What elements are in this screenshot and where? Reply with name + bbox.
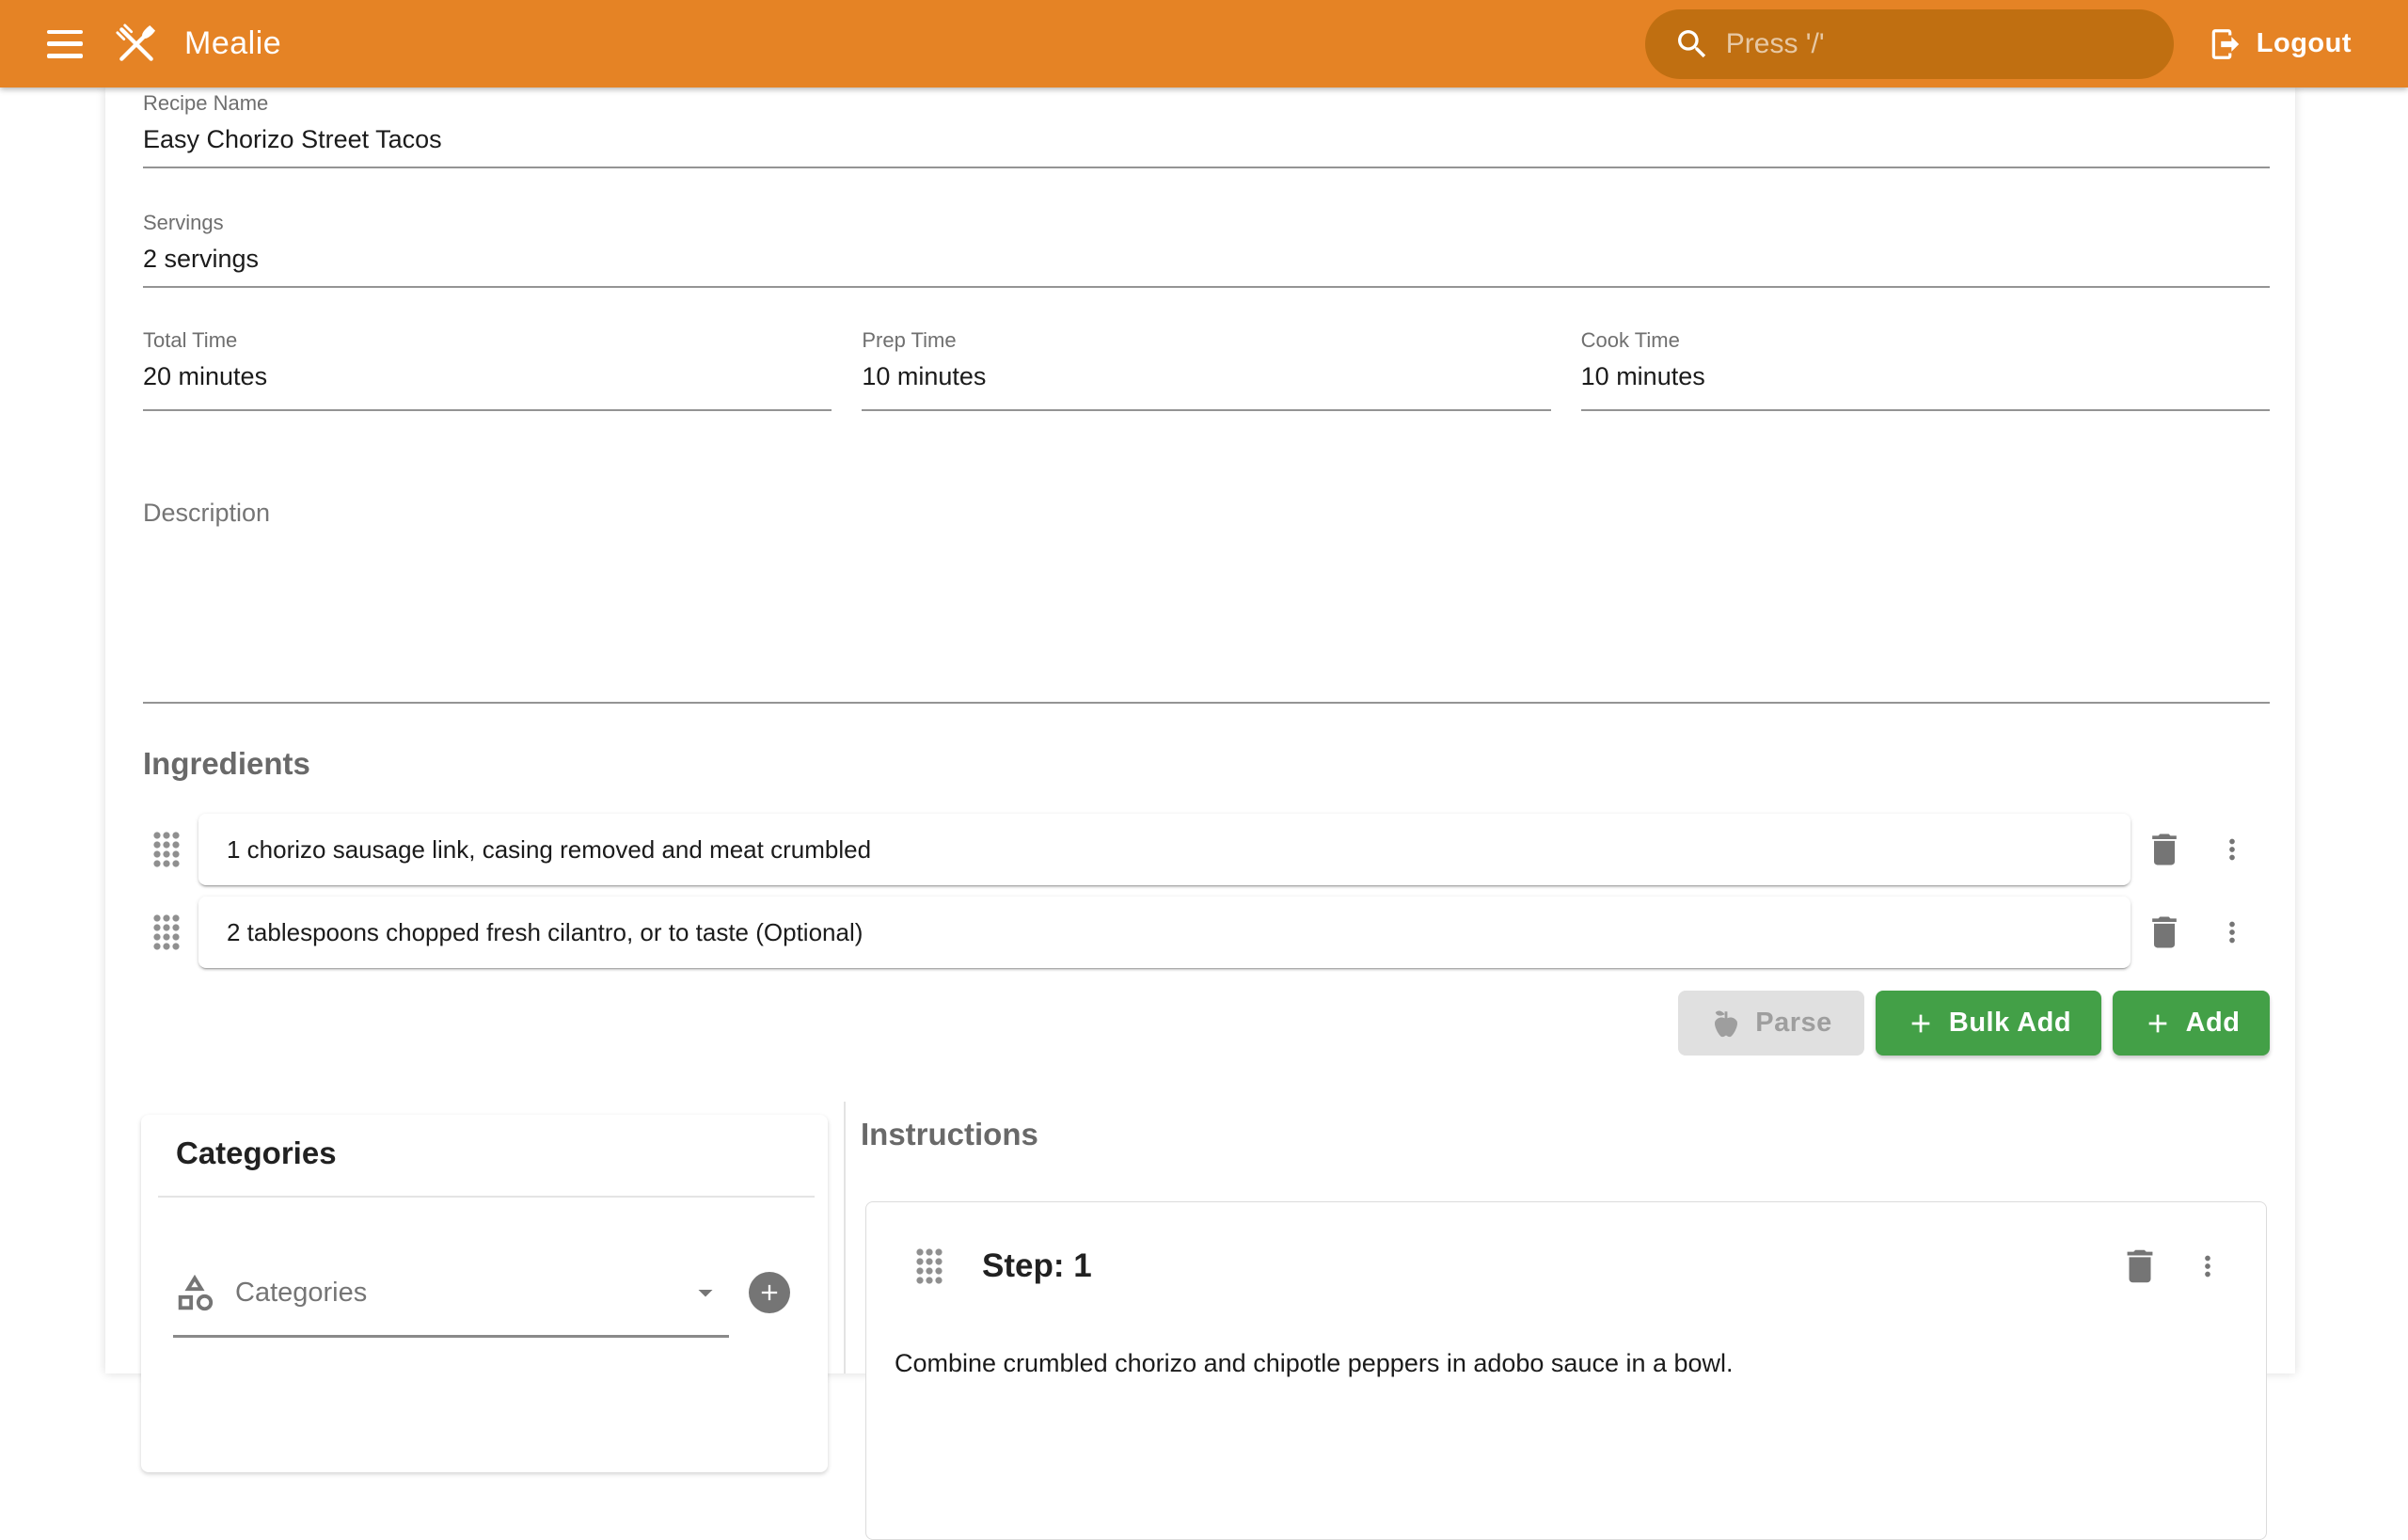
logout-label: Logout <box>2257 28 2352 59</box>
total-time-value[interactable]: 20 minutes <box>143 360 832 392</box>
delete-step-button[interactable] <box>2117 1244 2162 1289</box>
category-shapes-icon <box>173 1271 216 1314</box>
description-textarea[interactable]: Description <box>143 499 2270 704</box>
categories-select[interactable]: Categories <box>173 1260 790 1326</box>
add-category-button[interactable] <box>749 1272 790 1313</box>
description-label: Description <box>143 499 2270 528</box>
ingredient-row: 1 chorizo sausage link, casing removed a… <box>143 814 2270 885</box>
cook-time-value[interactable]: 10 minutes <box>1581 360 2270 392</box>
plus-icon <box>2143 1008 2173 1039</box>
instruction-step-card: Step: 1 Combine crumbled chorizo and chi… <box>865 1201 2267 1540</box>
search-icon <box>1673 25 1711 63</box>
drag-handle-icon[interactable] <box>915 1247 943 1285</box>
times-row: Total Time 20 minutes Prep Time 10 minut… <box>143 328 2270 411</box>
step-text-input[interactable]: Combine crumbled chorizo and chipotle pe… <box>895 1345 2228 1381</box>
prep-time-field[interactable]: Prep Time 10 minutes <box>862 328 1550 411</box>
servings-field[interactable]: Servings 2 servings <box>143 211 2270 288</box>
chevron-down-icon[interactable] <box>689 1276 722 1310</box>
categories-heading: Categories <box>176 1135 828 1171</box>
total-time-label: Total Time <box>143 328 832 353</box>
step-header: Step: 1 <box>906 1244 2226 1289</box>
instructions-heading: Instructions <box>861 1117 1038 1152</box>
servings-value[interactable]: 2 servings <box>143 243 2270 275</box>
logout-icon <box>2208 26 2243 62</box>
cook-time-label: Cook Time <box>1581 328 2270 353</box>
recipe-name-value[interactable]: Easy Chorizo Street Tacos <box>143 123 2270 155</box>
dots-vertical-icon <box>2216 912 2248 953</box>
prep-time-value[interactable]: 10 minutes <box>862 360 1550 392</box>
cook-time-field[interactable]: Cook Time 10 minutes <box>1581 328 2270 411</box>
mealie-logo-icon[interactable] <box>111 19 162 70</box>
total-time-field[interactable]: Total Time 20 minutes <box>143 328 832 411</box>
logout-button[interactable]: Logout <box>2196 17 2363 71</box>
step-menu-button[interactable] <box>2189 1244 2226 1289</box>
ingredient-menu-button[interactable] <box>2213 827 2251 872</box>
servings-label: Servings <box>143 211 2270 235</box>
ingredient-input[interactable]: 2 tablespoons chopped fresh cilantro, or… <box>198 897 2131 968</box>
dots-vertical-icon <box>2192 1246 2224 1287</box>
crossed-fork-knife-icon <box>111 19 162 70</box>
trash-icon <box>2144 912 2185 953</box>
ingredient-row: 2 tablespoons chopped fresh cilantro, or… <box>143 897 2270 968</box>
ingredient-input[interactable]: 1 chorizo sausage link, casing removed a… <box>198 814 2131 885</box>
recipe-editor-card: Recipe Name Easy Chorizo Street Tacos Se… <box>105 87 2295 1373</box>
dots-vertical-icon <box>2216 829 2248 870</box>
trash-icon <box>2144 829 2185 870</box>
parse-label: Parse <box>1755 1008 1832 1039</box>
recipe-name-field[interactable]: Recipe Name Easy Chorizo Street Tacos <box>143 91 2270 168</box>
delete-ingredient-button[interactable] <box>2142 910 2187 955</box>
divider <box>158 1196 815 1198</box>
prep-time-label: Prep Time <box>862 328 1550 353</box>
app-title: Mealie <box>184 25 281 62</box>
search-placeholder: Press '/' <box>1726 28 1825 60</box>
trash-icon <box>2118 1245 2162 1288</box>
categories-select-placeholder: Categories <box>235 1278 367 1309</box>
menu-icon[interactable] <box>47 30 83 58</box>
drag-handle-icon[interactable] <box>152 913 181 951</box>
recipe-name-label: Recipe Name <box>143 91 2270 116</box>
ingredients-heading: Ingredients <box>143 746 310 782</box>
add-label: Add <box>2186 1008 2241 1039</box>
ingredient-text: 1 chorizo sausage link, casing removed a… <box>227 835 871 865</box>
drag-handle-icon[interactable] <box>152 831 181 868</box>
plus-icon <box>756 1279 783 1306</box>
apple-icon <box>1710 1008 1742 1040</box>
categories-card: Categories Categories <box>141 1115 828 1472</box>
step-title: Step: 1 <box>982 1247 1092 1285</box>
ingredient-text: 2 tablespoons chopped fresh cilantro, or… <box>227 918 863 947</box>
parse-button[interactable]: Parse <box>1678 991 1864 1056</box>
ingredient-menu-button[interactable] <box>2213 910 2251 955</box>
search-input[interactable]: Press '/' <box>1645 9 2174 79</box>
categories-select-underline <box>173 1335 729 1338</box>
app-bar: Mealie Press '/' Logout <box>0 0 2408 87</box>
plus-icon <box>1906 1008 1936 1039</box>
bulk-add-label: Bulk Add <box>1949 1008 2071 1039</box>
column-divider <box>844 1102 846 1373</box>
delete-ingredient-button[interactable] <box>2142 827 2187 872</box>
add-ingredient-button[interactable]: Add <box>2113 991 2270 1056</box>
bulk-add-button[interactable]: Bulk Add <box>1876 991 2101 1056</box>
ingredient-actions: Parse Bulk Add Add <box>143 991 2270 1056</box>
